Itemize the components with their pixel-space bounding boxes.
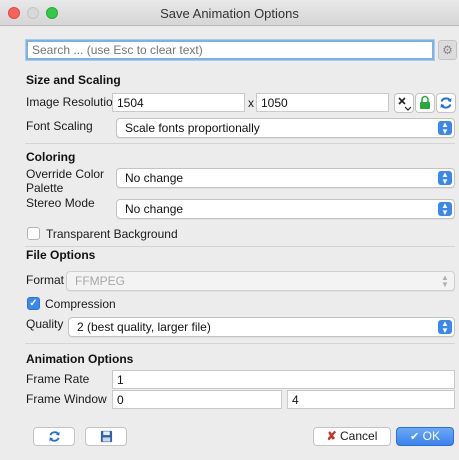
search-settings-button[interactable]: ⚙ xyxy=(438,40,457,60)
save-settings-button[interactable] xyxy=(85,427,127,446)
quality-select[interactable]: 2 (best quality, larger file) ▲ ▼ xyxy=(68,317,455,337)
refresh-icon xyxy=(48,431,60,442)
frame-rate-label: Frame Rate xyxy=(26,372,90,386)
lock-aspect-button[interactable] xyxy=(415,93,435,113)
format-label: Format xyxy=(26,273,65,287)
image-width-input[interactable]: 1504 xyxy=(112,93,245,112)
quality-label: Quality xyxy=(26,317,64,331)
font-scaling-select[interactable]: Scale fonts proportionally ▲ ▼ xyxy=(116,118,455,138)
stereo-mode-label: Stereo Mode xyxy=(26,196,95,210)
override-color-label-line2: Palette xyxy=(26,181,64,195)
format-select[interactable]: FFMPEG ▲ ▼ xyxy=(66,271,455,291)
ok-button[interactable]: ✔ OK xyxy=(396,427,454,446)
image-height-input[interactable]: 1050 xyxy=(256,93,389,112)
quality-value: 2 (best quality, larger file) xyxy=(77,320,211,334)
frame-window-start-input[interactable]: 0 xyxy=(112,390,282,409)
frame-rate-input[interactable]: 1 xyxy=(112,370,455,389)
updown-arrow-icon: ▲ ▼ xyxy=(438,171,452,186)
transparent-background-checkbox[interactable] xyxy=(27,227,40,240)
font-scaling-label: Font Scaling xyxy=(26,119,93,133)
compression-checkbox[interactable]: ✓ xyxy=(27,297,40,310)
floppy-disk-icon xyxy=(100,430,112,443)
updown-arrow-icon: ▲ ▼ xyxy=(438,202,452,217)
lock-icon xyxy=(420,95,430,109)
section-coloring-heading: Coloring xyxy=(26,150,76,164)
divider xyxy=(25,343,455,344)
override-palette-value: No change xyxy=(125,171,184,185)
close-dropdown-icon xyxy=(398,97,412,111)
divider xyxy=(25,246,455,247)
updown-arrow-icon: ▲ ▼ xyxy=(438,121,452,136)
refresh-resolution-button[interactable] xyxy=(436,93,456,113)
updown-arrow-icon: ▲ ▼ xyxy=(441,273,449,289)
stereo-mode-select[interactable]: No change ▲ ▼ xyxy=(116,199,455,219)
section-animation-options-heading: Animation Options xyxy=(26,352,134,366)
format-value: FFMPEG xyxy=(75,274,125,288)
refresh-icon xyxy=(440,97,452,109)
resolution-separator: x xyxy=(248,96,254,110)
restore-defaults-button[interactable] xyxy=(33,427,75,446)
stereo-mode-value: No change xyxy=(125,202,184,216)
search-input[interactable] xyxy=(26,40,434,60)
ok-button-label: OK xyxy=(422,429,440,443)
transparent-background-label: Transparent Background xyxy=(46,227,178,241)
compression-label: Compression xyxy=(45,297,116,311)
override-color-label: Override Color xyxy=(26,167,105,181)
override-palette-select[interactable]: No change ▲ ▼ xyxy=(116,168,455,188)
frame-window-label: Frame Window xyxy=(26,392,107,406)
section-file-options-heading: File Options xyxy=(26,248,96,262)
divider xyxy=(25,143,455,144)
gear-icon: ⚙ xyxy=(442,43,453,57)
image-resolution-label: Image Resolution xyxy=(26,95,120,109)
cancel-button-label: Cancel xyxy=(340,429,378,443)
frame-window-end-input[interactable]: 4 xyxy=(287,390,455,409)
window-title: Save Animation Options xyxy=(160,6,299,21)
cancel-x-icon: ✘ xyxy=(326,429,337,443)
cancel-button[interactable]: ✘ Cancel xyxy=(313,427,391,446)
title-bar: Save Animation Options xyxy=(0,0,459,26)
clear-resolution-button[interactable] xyxy=(394,93,414,113)
font-scaling-value: Scale fonts proportionally xyxy=(125,121,260,135)
updown-arrow-icon: ▲ ▼ xyxy=(438,320,452,335)
ok-check-icon: ✔ xyxy=(410,431,420,443)
section-size-scaling-heading: Size and Scaling xyxy=(26,73,121,87)
